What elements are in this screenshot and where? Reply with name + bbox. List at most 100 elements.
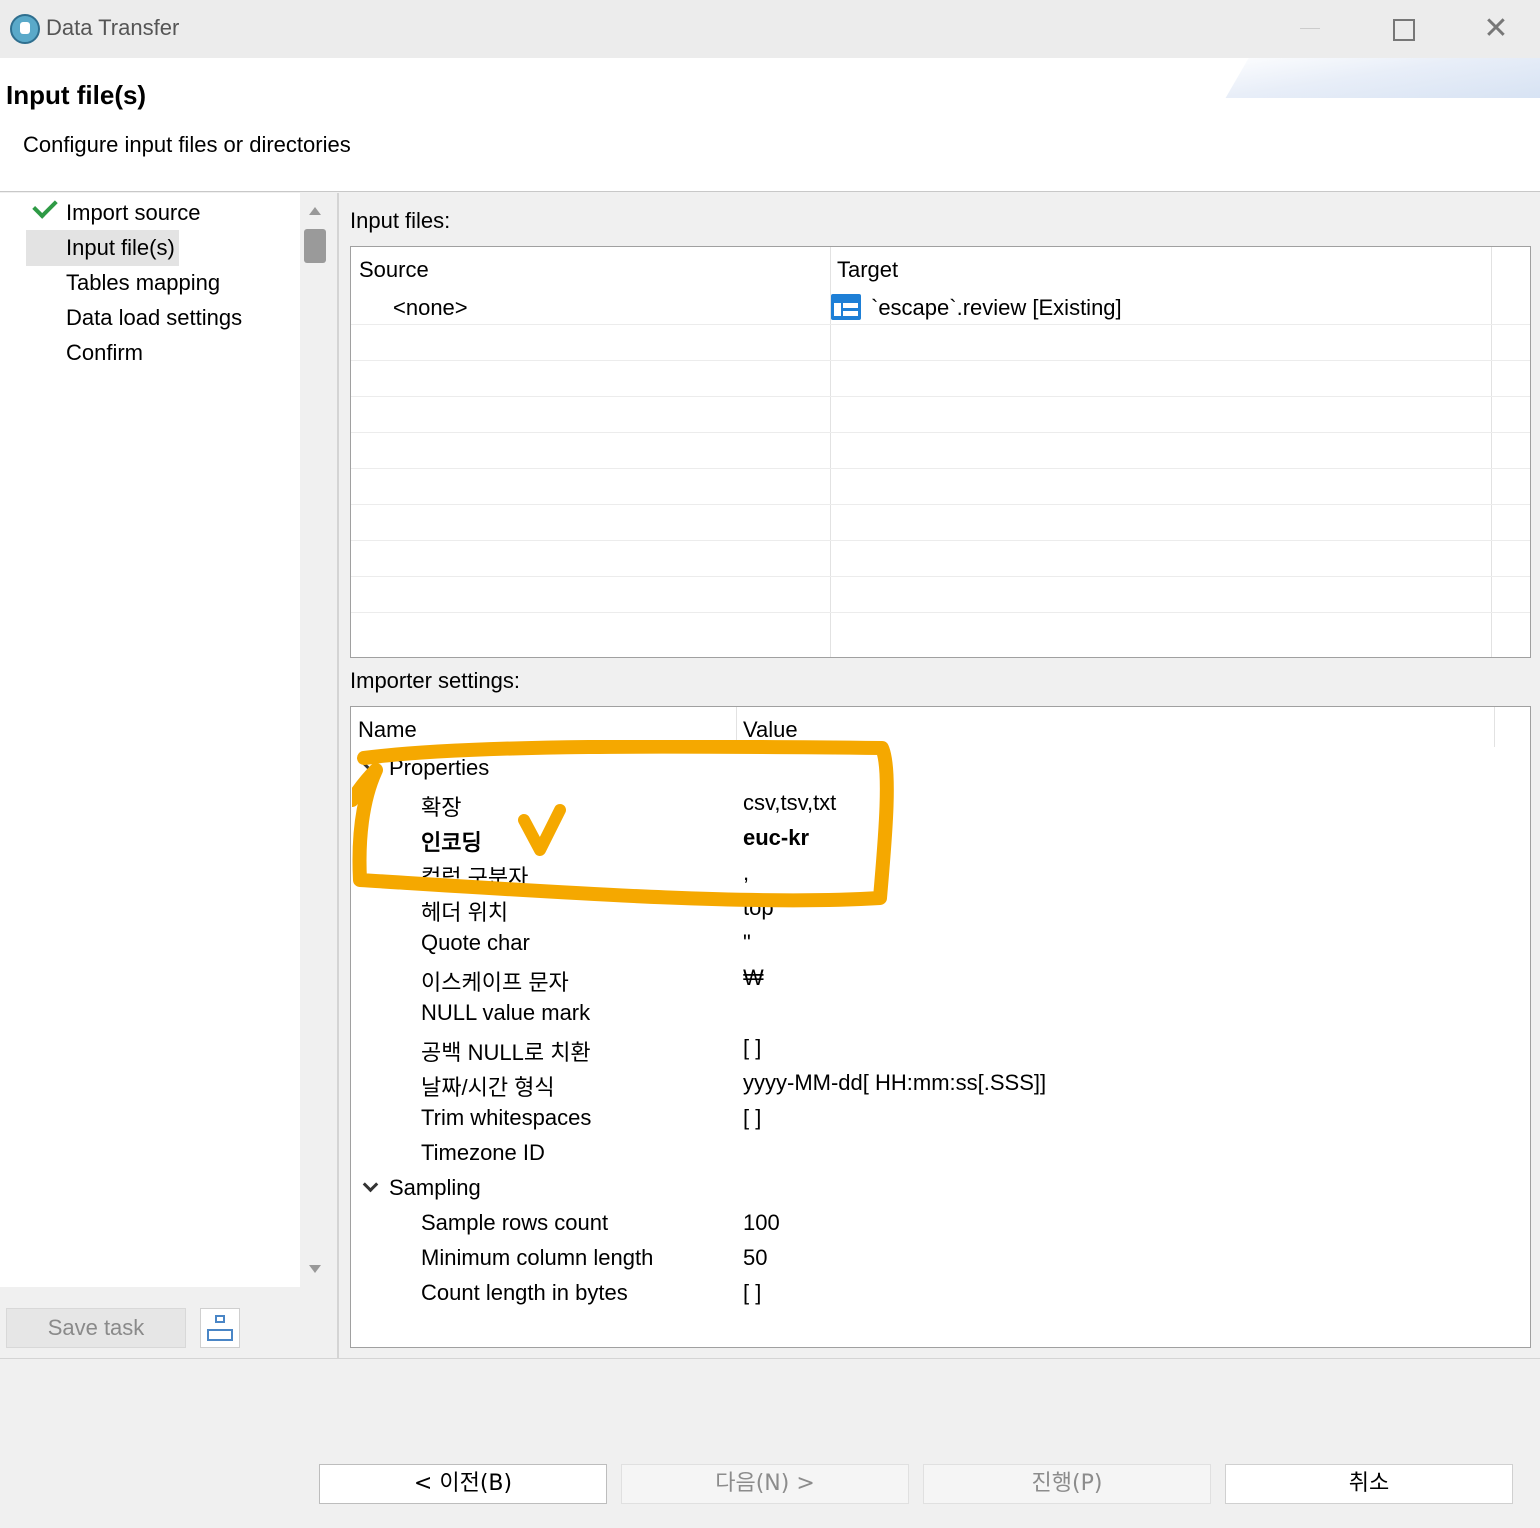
nav-item-label: Tables mapping [66,270,221,295]
property-name: NULL value mark [421,1000,591,1025]
finish-button[interactable]: 진행(P) [923,1464,1211,1504]
property-row[interactable]: Quote char " [351,926,1530,961]
next-button[interactable]: 다음(N) > [621,1464,909,1504]
property-name: 컬럼 구분자 [421,865,529,890]
nav-item-data-load-settings[interactable]: Data load settings [26,300,246,336]
property-row[interactable]: 컬럼 구분자 , [351,856,1530,891]
property-value[interactable]: ₩ [743,965,764,991]
group-sampling[interactable]: Sampling [351,1171,1530,1206]
nav-item-label: Input file(s) [66,235,175,260]
property-value[interactable]: 50 [743,1245,767,1271]
group-label: Sampling [389,1175,481,1200]
property-row[interactable]: 확장 csv,tsv,txt [351,786,1530,821]
row-divider [351,324,1530,325]
property-row[interactable]: 공백 NULL로 치환 [ ] [351,1031,1530,1066]
app-logo-icon [10,14,40,44]
property-row[interactable]: Trim whitespaces [ ] [351,1101,1530,1136]
property-value[interactable]: euc-kr [743,825,809,851]
page-title: Input file(s) [6,80,147,110]
column-divider [1491,247,1492,657]
table-icon [831,294,861,320]
save-task-button[interactable]: Save task [6,1308,186,1348]
back-button[interactable]: < 이전(B) [319,1464,607,1504]
header-banner-decoration [1225,58,1540,98]
nav-item-import-source[interactable]: Import source [26,193,205,231]
minimize-icon[interactable] [1280,8,1340,50]
property-row[interactable]: Sample rows count 100 [351,1206,1530,1241]
row-divider [351,432,1530,433]
property-row[interactable]: 헤더 위치 top [351,891,1530,926]
nav-item-input-files[interactable]: Input file(s) [26,230,179,266]
column-header-value[interactable]: Value [743,717,798,743]
column-header-name[interactable]: Name [358,717,417,743]
panel-divider[interactable] [337,193,339,1358]
nav-item-label: Confirm [66,340,144,365]
property-value[interactable]: csv,tsv,txt [743,790,836,816]
property-value[interactable]: 100 [743,1210,780,1236]
title-bar: Data Transfer ✕ [0,0,1540,58]
chevron-down-icon[interactable] [362,756,379,773]
column-divider [1494,707,1495,747]
property-name: Minimum column length [421,1245,654,1270]
nav-item-confirm[interactable]: Confirm [26,335,147,371]
property-name: 확장 [421,795,462,820]
property-name: Trim whitespaces [421,1105,592,1130]
row-divider [351,576,1530,577]
property-name: 인코딩 [421,830,482,855]
cancel-button[interactable]: 취소 [1225,1464,1513,1504]
group-label: Properties [389,755,490,780]
maximize-icon[interactable] [1372,8,1432,50]
wizard-steps-nav: Import source Input file(s) Tables mappi… [0,193,300,1287]
property-row[interactable]: 인코딩 euc-kr [351,821,1530,856]
nav-scrollbar[interactable] [300,193,332,1287]
scroll-thumb[interactable] [304,229,326,263]
property-value[interactable]: , [743,860,749,886]
property-row[interactable]: NULL value mark [351,996,1530,1031]
task-manager-button[interactable] [200,1308,240,1348]
property-row[interactable]: Count length in bytes [ ] [351,1276,1530,1311]
table-header: Source Target [351,247,1530,289]
input-files-table: Source Target <none> `escape`.review [Ex… [350,246,1531,658]
task-hierarchy-icon-base [207,1329,233,1341]
property-value[interactable]: top [743,895,774,921]
target-cell[interactable]: `escape`.review [Existing] [871,295,1122,321]
property-value[interactable]: [ ] [743,1105,761,1131]
column-header-source[interactable]: Source [359,257,429,283]
wizard-header: Input file(s) Configure input files or d… [0,58,1540,192]
nav-item-label: Data load settings [66,305,243,330]
property-value[interactable]: [ ] [743,1280,761,1306]
property-name: 이스케이프 문자 [421,970,569,995]
importer-settings-table: Name Value Properties 확장 csv,tsv,txt 인코딩… [350,706,1531,1348]
property-value[interactable]: [ ] [743,1035,761,1061]
column-divider [736,707,737,747]
column-header-target[interactable]: Target [837,257,898,283]
property-name: Count length in bytes [421,1280,628,1305]
row-divider [351,612,1530,613]
check-icon [32,193,58,219]
property-row[interactable]: Minimum column length 50 [351,1241,1530,1276]
row-divider [351,540,1530,541]
importer-settings-label: Importer settings: [350,668,520,693]
row-divider [351,468,1530,469]
property-value[interactable]: " [743,930,751,956]
row-divider [351,504,1530,505]
property-value[interactable]: yyyy-MM-dd[ HH:mm:ss[.SSS]] [743,1070,1046,1096]
property-row[interactable]: 이스케이프 문자 ₩ [351,961,1530,996]
property-name: 공백 NULL로 치환 [421,1040,591,1065]
source-cell[interactable]: <none> [393,295,468,321]
nav-item-tables-mapping[interactable]: Tables mapping [26,265,224,301]
row-divider [351,360,1530,361]
task-hierarchy-icon [215,1315,225,1323]
scroll-down-icon[interactable] [309,1265,321,1273]
property-row[interactable]: 날짜/시간 형식 yyyy-MM-dd[ HH:mm:ss[.SSS]] [351,1066,1530,1101]
scroll-up-icon[interactable] [309,207,321,215]
close-icon[interactable]: ✕ [1466,8,1526,50]
property-row[interactable]: Timezone ID [351,1136,1530,1171]
group-properties[interactable]: Properties [351,751,1530,786]
property-name: 날짜/시간 형식 [421,1075,555,1100]
page-description: Configure input files or directories [23,132,351,157]
window-title: Data Transfer [46,15,180,40]
chevron-down-icon[interactable] [362,1176,379,1193]
nav-item-label: Import source [66,200,201,225]
property-name: Sample rows count [421,1210,609,1235]
